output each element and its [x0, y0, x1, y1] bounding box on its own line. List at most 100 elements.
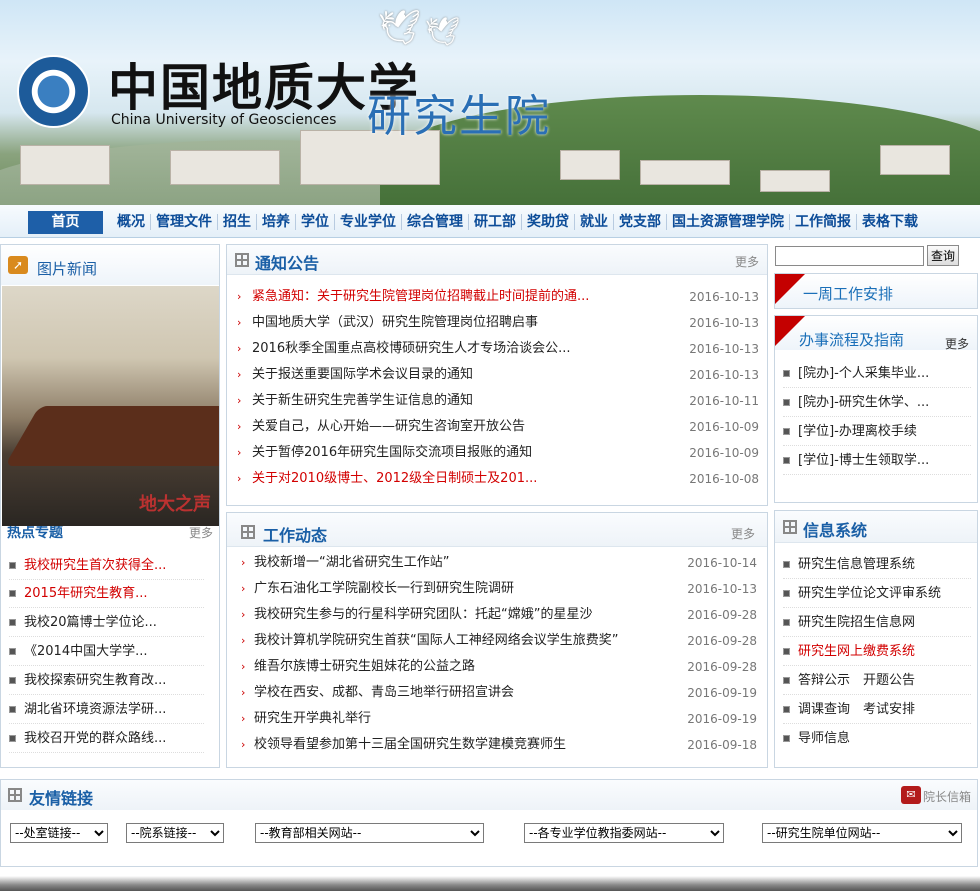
process-box: 办事流程及指南 更多 [院办]-个人采集毕业... [院办]-研究生休学、...…	[774, 315, 978, 503]
work-item[interactable]: › 学校在西安、成都、青岛三地举行研招宣讲会 2016-09-19	[227, 680, 767, 706]
nav-item[interactable]: 概况	[112, 214, 150, 230]
weekly-box[interactable]: 一周工作安排	[774, 273, 978, 309]
work-item[interactable]: › 校领导看望参加第十三届全国研究生数学建模竞赛师生 2016-09-18	[227, 732, 767, 758]
hot-item[interactable]: 我校20篇博士学位论...	[9, 609, 204, 637]
pic-news-header: ➚ 图片新闻	[1, 245, 219, 285]
nav-home[interactable]: 首页	[28, 211, 103, 234]
info-box: 信息系统 研究生信息管理系统 研究生学位论文评审系统 研究生院招生信息网 研究生…	[774, 510, 978, 768]
hot-header: 热点专题 更多	[1, 526, 219, 540]
nav-item[interactable]: 奖助贷	[521, 213, 574, 230]
bullet-icon	[783, 648, 790, 655]
notice-box: 通知公告 更多 › 紧急通知：关于研究生院管理岗位招聘截止时间提前的通... 201…	[226, 244, 768, 506]
process-item[interactable]: [院办]-个人采集毕业...	[783, 360, 971, 388]
search-input[interactable]	[775, 246, 924, 266]
arrow-icon: ›	[237, 394, 242, 407]
notice-item[interactable]: › 关爱自己，从心开始——研究生咨询室开放公告 2016-10-09	[227, 414, 767, 440]
nav-item[interactable]: 就业	[574, 213, 613, 230]
degree-committee-select[interactable]: --各专业学位教指委网站--	[524, 823, 724, 843]
notice-item[interactable]: › 中国地质大学（武汉）研究生院管理岗位招聘启事 2016-10-13	[227, 310, 767, 336]
notice-item[interactable]: › 关于暂停2016年研究生国际交流项目报账的通知 2016-10-09	[227, 440, 767, 466]
nav-item[interactable]: 党支部	[613, 213, 666, 230]
bullet-icon	[783, 677, 790, 684]
work-item[interactable]: › 我校计算机学院研究生首获“国际人工神经网络会议学生旅费奖” 2016-09-28	[227, 628, 767, 654]
process-title: 办事流程及指南	[799, 331, 905, 349]
links-title: 友情链接	[29, 789, 94, 808]
hot-item[interactable]: 我校召开党的群众路线...	[9, 725, 204, 753]
weekly-title: 一周工作安排	[803, 285, 894, 303]
hot-more-link[interactable]: 更多	[189, 526, 213, 540]
nav-item[interactable]: 招生	[217, 213, 256, 230]
process-item[interactable]: [院办]-研究生休学、...	[783, 389, 971, 417]
hot-item[interactable]: 我校探索研究生教育改...	[9, 667, 204, 695]
arrow-icon: ›	[241, 738, 246, 751]
nav-item[interactable]: 学位	[295, 213, 334, 230]
work-item[interactable]: › 研究生开学典礼举行 2016-09-19	[227, 706, 767, 732]
info-item[interactable]: 研究生信息管理系统	[783, 551, 971, 579]
grid-icon	[235, 253, 249, 267]
arrow-icon: ›	[241, 608, 246, 621]
notice-item[interactable]: › 紧急通知：关于研究生院管理岗位招聘截止时间提前的通... 2016-10-13	[227, 284, 767, 310]
arrow-icon: ›	[237, 472, 242, 485]
info-header: 信息系统	[775, 511, 977, 543]
links-header: 友情链接 ✉ 院长信箱	[1, 780, 977, 810]
search-button[interactable]: 查询	[927, 245, 959, 266]
nav-item[interactable]: 研工部	[468, 213, 521, 230]
bullet-icon	[9, 562, 16, 569]
notice-item[interactable]: › 2016秋季全国重点高校博硕研究生人才专场洽谈会公... 2016-10-13	[227, 336, 767, 362]
pic-news-photo[interactable]: 地大之声	[2, 286, 219, 526]
notice-header: 通知公告 更多	[227, 245, 767, 275]
info-item[interactable]: 研究生院招生信息网	[783, 609, 971, 637]
work-item[interactable]: › 我校研究生参与的行星科学研究团队：托起“嫦娥”的星星沙 2016-09-28	[227, 602, 767, 628]
arrow-icon: ›	[241, 660, 246, 673]
arrow-icon: ›	[241, 712, 246, 725]
process-item[interactable]: [学位]-办理离校手续	[783, 418, 971, 446]
info-item[interactable]: 答辩公示 开题公告	[783, 667, 971, 695]
work-more-link[interactable]: 更多	[731, 525, 755, 542]
info-item[interactable]: 研究生网上缴费系统	[783, 638, 971, 666]
nav-item[interactable]: 管理文件	[150, 213, 217, 230]
banner-building	[880, 145, 950, 175]
banner-building	[640, 160, 730, 185]
college-links-select[interactable]: --院系链接--	[126, 823, 224, 843]
bullet-icon	[783, 735, 790, 742]
grad-school-units-select[interactable]: --研究生院单位网站--	[762, 823, 962, 843]
arrow-icon: ›	[241, 634, 246, 647]
nav-item[interactable]: 表格下载	[856, 213, 923, 230]
bullet-icon	[9, 648, 16, 655]
bullet-icon	[9, 706, 16, 713]
process-item[interactable]: [学位]-博士生领取学...	[783, 447, 971, 475]
work-item[interactable]: › 我校新增一“湖北省研究生工作站” 2016-10-14	[227, 550, 767, 576]
hot-item[interactable]: 2015年研究生教育...	[9, 580, 204, 608]
office-links-select[interactable]: --处室链接--	[10, 823, 108, 843]
info-item[interactable]: 导师信息	[783, 725, 971, 753]
grid-icon	[241, 525, 255, 539]
bullet-icon	[783, 399, 790, 406]
nav-item[interactable]: 国土资源管理学院	[666, 213, 789, 230]
notice-item[interactable]: › 关于对2010级博士、2012级全日制硕士及201... 2016-10-08	[227, 466, 767, 492]
work-item[interactable]: › 广东石油化工学院副校长一行到研究生院调研 2016-10-13	[227, 576, 767, 602]
work-item[interactable]: › 维吾尔族博士研究生姐妹花的公益之路 2016-09-28	[227, 654, 767, 680]
notice-item[interactable]: › 关于报送重要国际学术会议目录的通知 2016-10-13	[227, 362, 767, 388]
notice-title: 通知公告	[255, 254, 320, 273]
university-seal-logo[interactable]	[17, 55, 90, 128]
hot-item[interactable]: 我校研究生首次获得全...	[9, 552, 204, 580]
info-item[interactable]: 研究生学位论文评审系统	[783, 580, 971, 608]
banner-building	[20, 145, 110, 185]
hot-item[interactable]: 湖北省环境资源法学研...	[9, 696, 204, 724]
nav-item[interactable]: 工作简报	[789, 213, 856, 230]
nav-item[interactable]: 专业学位	[334, 213, 401, 230]
mailbox-icon[interactable]: ✉	[901, 786, 921, 804]
nav-item[interactable]: 综合管理	[401, 213, 468, 230]
info-item[interactable]: 调课查询 考试安排	[783, 696, 971, 724]
moe-links-select[interactable]: --教育部相关网站--	[255, 823, 484, 843]
nav-item[interactable]: 培养	[256, 213, 295, 230]
bullet-icon	[9, 619, 16, 626]
bullet-icon	[783, 590, 790, 597]
process-more-link[interactable]: 更多	[945, 335, 969, 352]
notice-more-link[interactable]: 更多	[735, 253, 759, 270]
mailbox-link[interactable]: 院长信箱	[923, 788, 971, 805]
notice-item[interactable]: › 关于新生研究生完善学生证信息的通知 2016-10-11	[227, 388, 767, 414]
hot-item[interactable]: 《2014中国大学学...	[9, 638, 204, 666]
arrow-icon: ›	[237, 420, 242, 433]
bullet-icon	[9, 735, 16, 742]
